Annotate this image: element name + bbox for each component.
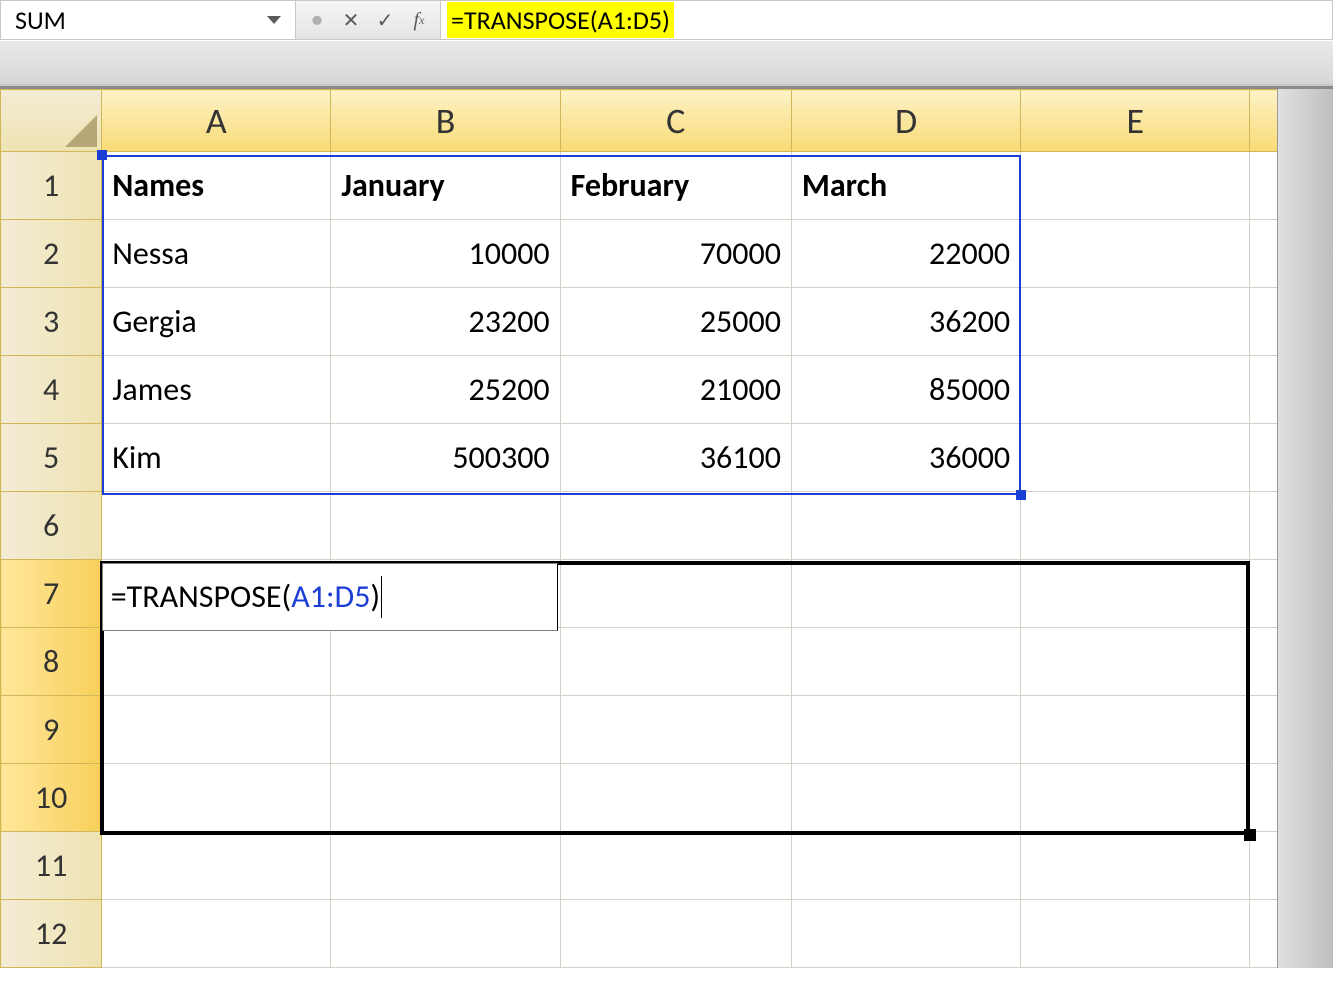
cell-C7[interactable]	[560, 560, 791, 628]
cell-E1[interactable]	[1021, 152, 1250, 220]
cell-E10[interactable]	[1021, 764, 1250, 832]
col-header-D[interactable]: D	[791, 90, 1020, 152]
fx-icon[interactable]: fx	[402, 1, 436, 39]
row-header-9[interactable]: 9	[1, 696, 102, 764]
cell-E9[interactable]	[1021, 696, 1250, 764]
formula-bar-input[interactable]: =TRANSPOSE(A1:D5)	[440, 1, 1332, 39]
worksheet[interactable]: A B C D E 1 Names January February March…	[0, 86, 1333, 968]
row-header-10[interactable]: 10	[1, 764, 102, 832]
cell-A1[interactable]: Names	[102, 152, 331, 220]
cell-D1[interactable]: March	[791, 152, 1020, 220]
cell-D5[interactable]: 36000	[791, 424, 1020, 492]
cell-A8[interactable]	[102, 628, 331, 696]
cell-A6[interactable]	[102, 492, 331, 560]
cell-E4[interactable]	[1021, 356, 1250, 424]
circle-icon: ●	[300, 1, 334, 39]
row-header-7[interactable]: 7	[1, 560, 102, 628]
col-header-B[interactable]: B	[331, 90, 560, 152]
cell-B9[interactable]	[331, 696, 560, 764]
row-header-11[interactable]: 11	[1, 832, 102, 900]
row-header-4[interactable]: 4	[1, 356, 102, 424]
range-handle-tl[interactable]	[97, 150, 107, 160]
ribbon-spacer	[0, 40, 1333, 84]
cell-C8[interactable]	[560, 628, 791, 696]
cell-D11[interactable]	[791, 832, 1020, 900]
row-header-5[interactable]: 5	[1, 424, 102, 492]
cell-B8[interactable]	[331, 628, 560, 696]
cell-B2[interactable]: 10000	[331, 220, 560, 288]
cell-C4[interactable]: 21000	[560, 356, 791, 424]
row-header-3[interactable]: 3	[1, 288, 102, 356]
cancel-icon[interactable]: ✕	[334, 1, 368, 39]
col-header-E[interactable]: E	[1021, 90, 1250, 152]
cell-D3[interactable]: 36200	[791, 288, 1020, 356]
col-header-C[interactable]: C	[560, 90, 791, 152]
cell-C6[interactable]	[560, 492, 791, 560]
cell-D4[interactable]: 85000	[791, 356, 1020, 424]
cell-D10[interactable]	[791, 764, 1020, 832]
row-header-2[interactable]: 2	[1, 220, 102, 288]
cell-E8[interactable]	[1021, 628, 1250, 696]
cell-A12[interactable]	[102, 900, 331, 968]
cell-B10[interactable]	[331, 764, 560, 832]
cell-B1[interactable]: January	[331, 152, 560, 220]
corner-triangle-icon	[65, 115, 97, 147]
cell-C9[interactable]	[560, 696, 791, 764]
cell-A3[interactable]: Gergia	[102, 288, 331, 356]
scrollbar-vertical[interactable]	[1277, 89, 1333, 968]
cell-B5[interactable]: 500300	[331, 424, 560, 492]
chevron-down-icon[interactable]	[267, 16, 281, 24]
cell-E7[interactable]	[1021, 560, 1250, 628]
cell-D12[interactable]	[791, 900, 1020, 968]
cell-B12[interactable]	[331, 900, 560, 968]
name-box[interactable]: SUM	[1, 1, 296, 39]
cell-C12[interactable]	[560, 900, 791, 968]
row-header-1[interactable]: 1	[1, 152, 102, 220]
name-box-value: SUM	[15, 4, 66, 36]
col-header-A[interactable]: A	[102, 90, 331, 152]
select-all-corner[interactable]	[1, 90, 102, 152]
cell-A2[interactable]: Nessa	[102, 220, 331, 288]
cell-C3[interactable]: 25000	[560, 288, 791, 356]
cell-editor[interactable]: =TRANSPOSE(A1:D5)	[102, 563, 558, 631]
cell-E6[interactable]	[1021, 492, 1250, 560]
cell-E11[interactable]	[1021, 832, 1250, 900]
row-header-6[interactable]: 6	[1, 492, 102, 560]
formula-bar-area: SUM ● ✕ ✓ fx =TRANSPOSE(A1:D5)	[0, 0, 1333, 86]
text-caret	[381, 576, 382, 618]
cell-A5[interactable]: Kim	[102, 424, 331, 492]
cell-A9[interactable]	[102, 696, 331, 764]
cell-B6[interactable]	[331, 492, 560, 560]
cell-B11[interactable]	[331, 832, 560, 900]
cell-E3[interactable]	[1021, 288, 1250, 356]
cell-A4[interactable]: James	[102, 356, 331, 424]
cell-E5[interactable]	[1021, 424, 1250, 492]
formula-bar-buttons: ● ✕ ✓ fx	[296, 1, 440, 39]
range-handle-br[interactable]	[1016, 490, 1026, 500]
cell-C2[interactable]: 70000	[560, 220, 791, 288]
cell-D9[interactable]	[791, 696, 1020, 764]
formula-suffix: )	[370, 577, 380, 616]
cell-C11[interactable]	[560, 832, 791, 900]
cell-D7[interactable]	[791, 560, 1020, 628]
cell-D2[interactable]: 22000	[791, 220, 1020, 288]
row-header-12[interactable]: 12	[1, 900, 102, 968]
cell-B4[interactable]: 25200	[331, 356, 560, 424]
cell-C5[interactable]: 36100	[560, 424, 791, 492]
enter-icon[interactable]: ✓	[368, 1, 402, 39]
cell-C10[interactable]	[560, 764, 791, 832]
cell-E2[interactable]	[1021, 220, 1250, 288]
cell-A10[interactable]	[102, 764, 331, 832]
cell-B3[interactable]: 23200	[331, 288, 560, 356]
formula-range: A1:D5	[291, 577, 370, 616]
cell-D8[interactable]	[791, 628, 1020, 696]
formula-prefix: =TRANSPOSE(	[111, 577, 292, 616]
cell-D6[interactable]	[791, 492, 1020, 560]
cell-A11[interactable]	[102, 832, 331, 900]
row-header-8[interactable]: 8	[1, 628, 102, 696]
formula-bar-text: =TRANSPOSE(A1:D5)	[447, 2, 674, 38]
selection-fill-handle[interactable]	[1244, 829, 1256, 841]
cell-E12[interactable]	[1021, 900, 1250, 968]
cell-C1[interactable]: February	[560, 152, 791, 220]
